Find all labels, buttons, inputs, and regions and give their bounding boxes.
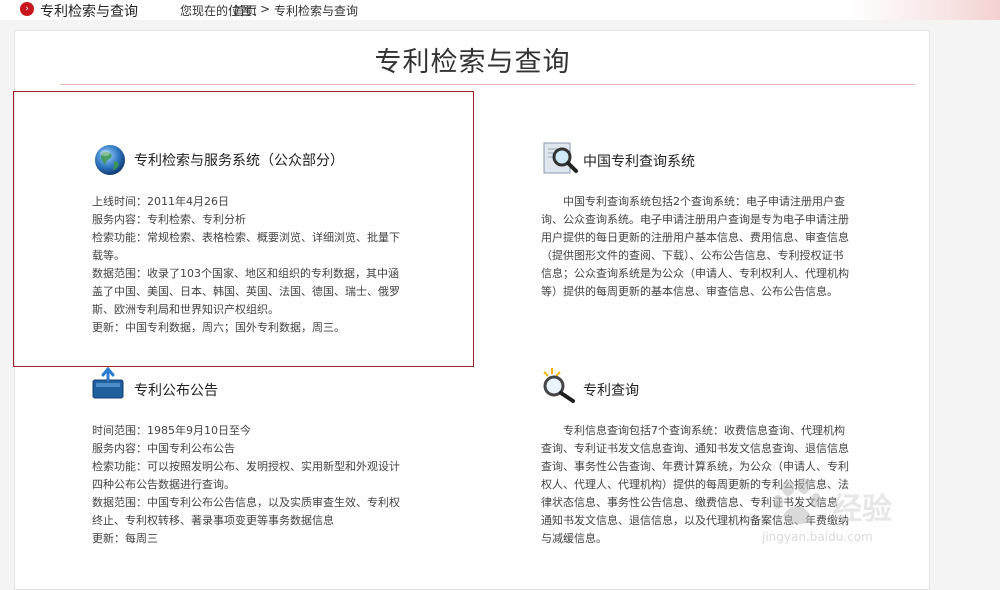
text-line: 更新：中国专利数据，周六；国外专利数据，周三。 xyxy=(92,321,345,334)
text-line: 数据范围：收录了103个国家、地区和组织的专利数据，其中涵 xyxy=(92,267,399,280)
text-line: 四种公布公告数据进行查询。 xyxy=(92,478,235,491)
watermark: 经验 jingyan.baidu.com xyxy=(762,478,982,548)
upload-box-icon xyxy=(92,366,124,399)
text-line: 终止、专利权转移、著录事项变更等事务数据信息 xyxy=(92,514,334,527)
section-title: 专利检索与查询 xyxy=(40,4,138,20)
breadcrumb-home[interactable]: 首页 xyxy=(233,2,257,19)
text-line: 数据范围：中国专利公布公告信息，以及实质审查生效、专利权 xyxy=(92,496,400,509)
breadcrumb-current: 专利检索与查询 xyxy=(274,4,359,18)
text-line: 更新：每周三 xyxy=(92,532,158,545)
text-line: 询、公众查询系统。电子申请注册用户查询是专为电子申请注册 xyxy=(541,213,849,226)
top-bar: › 专利检索与查询 您现在的位置： 首页 > 专利检索与查询 xyxy=(0,0,1000,20)
card-gazette-title[interactable]: 专利公布公告 xyxy=(134,380,218,400)
watermark-url: jingyan.baidu.com xyxy=(762,530,873,544)
text-line: 等）提供的每周更新的基本信息、审查信息、公布公告信息。 xyxy=(541,285,838,298)
card-gazette-body: 时间范围：1985年9月10日至今 服务内容：中国专利公布公告 检索功能：可以按… xyxy=(92,422,442,548)
text-line: 信息；公众查询系统是为公众（申请人、专利权利人、代理机构 xyxy=(541,267,849,280)
text-line: 斯、欧洲专利局和世界知识产权组织。 xyxy=(92,303,279,316)
text-line: 查询、事务性公告查询、年费计算系统，为公众（申请人、专利 xyxy=(541,460,849,473)
title-divider xyxy=(60,84,915,85)
text-line: 服务内容：专利检索、专利分析 xyxy=(92,213,246,226)
text-line: 盖了中国、美国、日本、韩国、英国、法国、德国、瑞士、俄罗 xyxy=(92,285,400,298)
text-line: （提供图形文件的查阅、下载）、公布公告信息、专利授权证书 xyxy=(541,249,844,262)
page-title: 专利检索与查询 xyxy=(374,47,571,78)
card-retrieval-body: 上线时间：2011年4月26日 服务内容：专利检索、专利分析 检索功能：常规检索… xyxy=(92,193,442,337)
card-query-title[interactable]: 专利查询 xyxy=(583,380,639,400)
text-line: 上线时间：2011年4月26日 xyxy=(92,195,229,208)
globe-icon xyxy=(95,145,125,175)
text-line: 专利信息查询包括7个查询系统：收费信息查询、代理机构 xyxy=(563,424,845,437)
text-line: 查询、专利证书发文信息查询、通知书发文信息查询、退信信息 xyxy=(541,442,849,455)
card-china-query-title[interactable]: 中国专利查询系统 xyxy=(583,151,695,171)
card-china-query-body: 中国专利查询系统包括2个查询系统：电子申请注册用户查 询、公众查询系统。电子申请… xyxy=(541,193,891,301)
text-line: 检索功能：常规检索、表格检索、概要浏览、详细浏览、批量下 xyxy=(92,231,400,244)
paw-icon xyxy=(773,478,821,524)
card-gazette-head[interactable]: 专利公布公告 xyxy=(134,380,218,400)
magnifier-sparkle-icon xyxy=(543,368,575,403)
breadcrumb-separator: > xyxy=(260,2,271,16)
card-query-head[interactable]: 专利查询 xyxy=(583,380,639,400)
text-line: 时间范围：1985年9月10日至今 xyxy=(92,424,251,437)
text-line: 载等。 xyxy=(92,249,125,262)
watermark-brand: 经验 xyxy=(832,492,892,527)
text-line: 中国专利查询系统包括2个查询系统：电子申请注册用户查 xyxy=(563,195,845,208)
text-line: 检索功能：可以按照发明公布、发明授权、实用新型和外观设计 xyxy=(92,460,400,473)
card-china-query-head[interactable]: 中国专利查询系统 xyxy=(583,151,695,171)
arrow-right-icon: › xyxy=(20,2,34,16)
magnifier-document-icon xyxy=(543,142,578,174)
text-line: 用户提供的每日更新的注册用户基本信息、费用信息、审查信息 xyxy=(541,231,849,244)
card-retrieval-head[interactable]: 专利检索与服务系统（公众部分） xyxy=(134,150,344,170)
text-line: 服务内容：中国专利公布公告 xyxy=(92,442,235,455)
card-retrieval-title[interactable]: 专利检索与服务系统（公众部分） xyxy=(134,150,344,170)
